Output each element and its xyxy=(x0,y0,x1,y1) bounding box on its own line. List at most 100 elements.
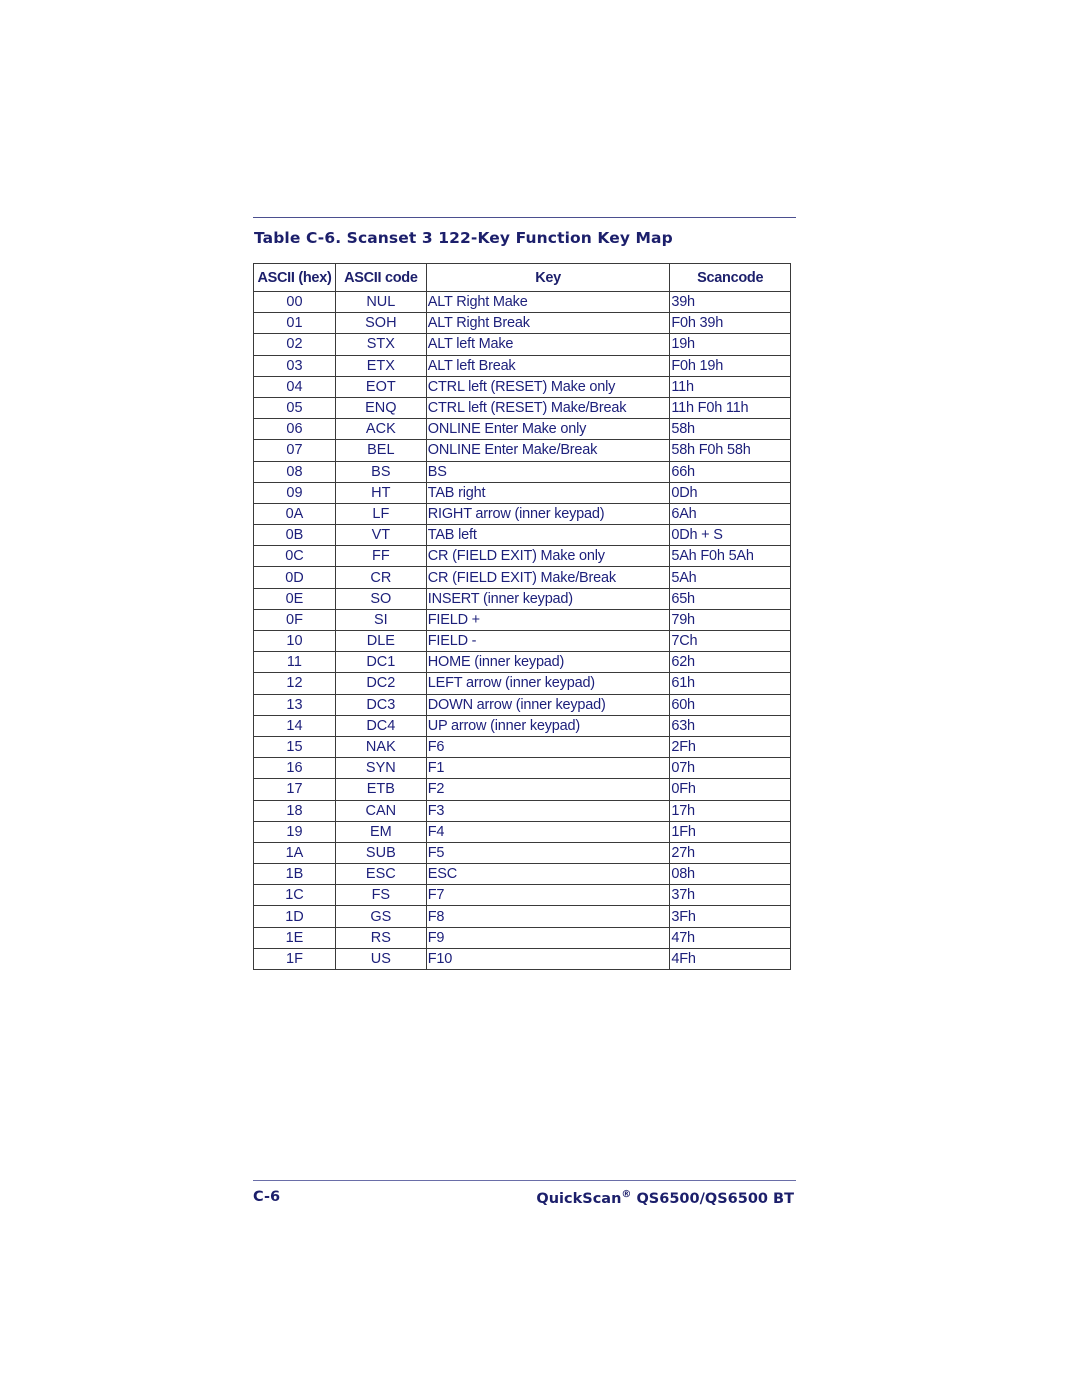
cell-ascii-code: SO xyxy=(334,587,427,610)
cell-ascii-code: LF xyxy=(334,502,427,526)
cell-key: F5 xyxy=(425,841,671,865)
cell-key: FIELD - xyxy=(425,629,671,653)
cell-ascii-hex: 1C xyxy=(253,884,336,907)
table-row: 01 SOH ALT Right Break F0h 39h xyxy=(253,312,791,335)
cell-key: CTRL left (RESET) Make/Break xyxy=(425,396,671,420)
table-row: 11 DC1 HOME (inner keypad) 62h xyxy=(253,651,791,674)
cell-scancode: 4Fh xyxy=(669,947,791,971)
cell-scancode: 08h xyxy=(669,863,791,886)
table-row: 02 STX ALT left Make 19h xyxy=(253,333,791,356)
cell-ascii-code: BS xyxy=(334,460,427,483)
cell-key: ONLINE Enter Make/Break xyxy=(425,439,671,462)
cell-ascii-hex: 19 xyxy=(253,820,336,843)
cell-ascii-code: SI xyxy=(334,608,427,632)
table-row: 16 SYN F1 07h xyxy=(253,757,791,780)
table-header-row: ASCII (hex) ASCII code Key Scancode xyxy=(253,263,791,292)
cell-scancode: 63h xyxy=(669,714,791,737)
cell-ascii-code: RS xyxy=(334,926,427,949)
cell-scancode: 79h xyxy=(669,608,791,632)
table-row: 12 DC2 LEFT arrow (inner keypad) 61h xyxy=(253,672,791,695)
cell-key: F6 xyxy=(425,735,671,759)
cell-ascii-code: ESC xyxy=(334,863,427,886)
cell-key: CTRL left (RESET) Make only xyxy=(425,375,671,398)
cell-scancode: 47h xyxy=(669,926,791,949)
cell-scancode: 0Fh xyxy=(669,778,791,801)
cell-key: F3 xyxy=(425,799,671,822)
cell-ascii-hex: 08 xyxy=(253,460,336,483)
header-scancode: Scancode xyxy=(669,263,791,292)
cell-ascii-code: DC2 xyxy=(334,672,427,695)
cell-key: ALT left Break xyxy=(425,354,671,377)
cell-key: F1 xyxy=(425,757,671,780)
cell-scancode: 7Ch xyxy=(669,629,791,653)
page-number: C-6 xyxy=(253,1189,281,1205)
product-title: QuickScan® QS6500/QS6500 BT xyxy=(536,1189,794,1207)
table-row: 1B ESC ESC 08h xyxy=(253,863,791,886)
cell-scancode: 58h xyxy=(669,418,791,441)
cell-scancode: 07h xyxy=(669,757,791,780)
cell-ascii-code: STX xyxy=(334,333,427,356)
cell-ascii-hex: 0B xyxy=(253,524,336,547)
cell-ascii-code: EM xyxy=(334,820,427,843)
cell-ascii-code: ETB xyxy=(334,778,427,801)
cell-scancode: F0h 39h xyxy=(669,312,791,335)
cell-scancode: 1Fh xyxy=(669,820,791,843)
product-name: QuickScan xyxy=(536,1191,622,1207)
cell-key: F4 xyxy=(425,820,671,843)
table-row: 0E SO INSERT (inner keypad) 65h xyxy=(253,587,791,610)
cell-ascii-code: SOH xyxy=(334,312,427,335)
cell-scancode: 2Fh xyxy=(669,735,791,759)
table-row: 1D GS F8 3Fh xyxy=(253,905,791,928)
cell-ascii-code: SUB xyxy=(334,841,427,865)
table-row: 19 EM F4 1Fh xyxy=(253,820,791,843)
cell-scancode: 27h xyxy=(669,841,791,865)
cell-scancode: 37h xyxy=(669,884,791,907)
cell-key: CR (FIELD EXIT) Make only xyxy=(425,545,671,568)
cell-scancode: 61h xyxy=(669,672,791,695)
cell-scancode: 5Ah xyxy=(669,566,791,589)
cell-ascii-hex: 02 xyxy=(253,333,336,356)
table-row: 15 NAK F6 2Fh xyxy=(253,735,791,759)
cell-key: DOWN arrow (inner keypad) xyxy=(425,693,671,716)
cell-ascii-code: FS xyxy=(334,884,427,907)
cell-ascii-hex: 00 xyxy=(253,290,336,314)
cell-key: CR (FIELD EXIT) Make/Break xyxy=(425,566,671,589)
cell-ascii-code: BEL xyxy=(334,439,427,462)
cell-scancode: 5Ah F0h 5Ah xyxy=(669,545,791,568)
cell-ascii-hex: 13 xyxy=(253,693,336,716)
cell-ascii-code: GS xyxy=(334,905,427,928)
table-row: 1C FS F7 37h xyxy=(253,884,791,907)
cell-ascii-hex: 12 xyxy=(253,672,336,695)
table-row: 10 DLE FIELD -7Ch xyxy=(253,629,791,653)
cell-ascii-code: US xyxy=(334,947,427,971)
cell-key: ESC xyxy=(425,863,671,886)
cell-ascii-code: NUL xyxy=(334,290,427,314)
cell-key: ALT Right Break xyxy=(425,312,671,335)
cell-ascii-hex: 1D xyxy=(253,905,336,928)
cell-key: TAB right xyxy=(425,481,671,504)
table-row: 00 NUL ALT Right Make 39h xyxy=(253,290,791,314)
cell-ascii-hex: 06 xyxy=(253,418,336,441)
table-row: 1A SUB F5 27h xyxy=(253,841,791,865)
cell-key: LEFT arrow (inner keypad) xyxy=(425,672,671,695)
cell-ascii-code: FF xyxy=(334,545,427,568)
table-row: 13 DC3 DOWN arrow (inner keypad) 60h xyxy=(253,693,791,716)
header-key: Key xyxy=(425,263,671,292)
cell-key: ALT left Make xyxy=(425,333,671,356)
cell-scancode: 6Ah xyxy=(669,502,791,526)
cell-scancode: 0Dh + S xyxy=(669,524,791,547)
table-row: 1E RS F9 47h xyxy=(253,926,791,949)
cell-scancode: 66h xyxy=(669,460,791,483)
cell-scancode: 0Dh xyxy=(669,481,791,504)
cell-scancode: 62h xyxy=(669,651,791,674)
footer-rule xyxy=(253,1180,796,1181)
header-ascii-code: ASCII code xyxy=(334,263,427,292)
table-row: 03 ETX ALT left Break F0h 19h xyxy=(253,354,791,377)
cell-key: F7 xyxy=(425,884,671,907)
cell-ascii-code: HT xyxy=(334,481,427,504)
cell-ascii-hex: 0D xyxy=(253,566,336,589)
table-row: 09 HT TAB right 0Dh xyxy=(253,481,791,504)
cell-ascii-code: ENQ xyxy=(334,396,427,420)
cell-ascii-hex: 18 xyxy=(253,799,336,822)
cell-key: RIGHT arrow (inner keypad) xyxy=(425,502,671,526)
